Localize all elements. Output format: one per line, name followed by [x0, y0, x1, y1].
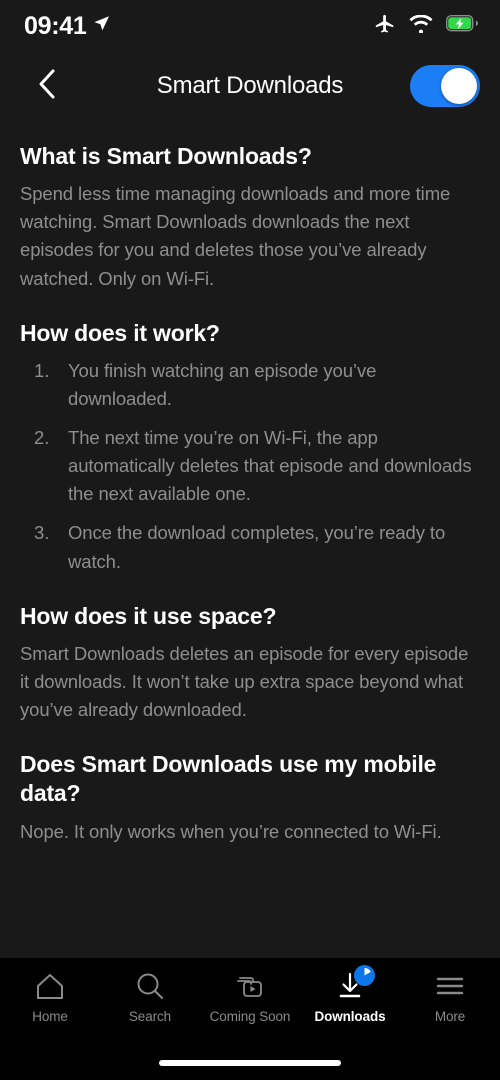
download-icon — [336, 965, 375, 1002]
app-screen: 09:41 Smart Downloads What is Smart Down… — [0, 0, 500, 1080]
status-time: 09:41 — [24, 11, 87, 40]
tab-search[interactable]: Search — [100, 970, 200, 1024]
battery-charging-icon — [445, 14, 478, 37]
home-indicator-area — [0, 1046, 500, 1080]
status-bar-right — [374, 13, 478, 40]
search-icon — [135, 970, 165, 1002]
list-item: 2. The next time you’re on Wi-Fi, the ap… — [20, 424, 480, 508]
tab-downloads[interactable]: Downloads — [300, 965, 400, 1024]
section-paragraph: Smart Downloads deletes an episode for e… — [20, 642, 469, 721]
tab-coming-soon[interactable]: Coming Soon — [200, 970, 300, 1024]
coming-soon-icon — [235, 970, 265, 1002]
nav-header: Smart Downloads — [0, 52, 500, 120]
status-bar-left: 09:41 — [24, 11, 110, 40]
home-indicator[interactable] — [159, 1060, 341, 1066]
content-area: What is Smart Downloads? Spend less time… — [0, 120, 500, 958]
chevron-left-icon — [38, 69, 56, 104]
list-item: 3. Once the download completes, you’re r… — [20, 519, 480, 575]
tab-label: Coming Soon — [209, 1009, 291, 1024]
section-paragraph: Spend less time managing downloads and m… — [20, 183, 451, 289]
status-bar: 09:41 — [0, 0, 500, 52]
step-number: 3. — [34, 522, 50, 544]
section-heading: Does Smart Downloads use my mobile data? — [20, 751, 437, 807]
tab-more[interactable]: More — [400, 970, 500, 1024]
section-heading: How does it work? — [20, 319, 220, 346]
back-button[interactable] — [22, 61, 72, 111]
tab-home[interactable]: Home — [0, 970, 100, 1024]
tab-label: Home — [32, 1009, 68, 1024]
step-text: You finish watching an episode you’ve do… — [68, 359, 377, 409]
tab-label: Search — [128, 1009, 172, 1024]
airplane-mode-icon — [374, 13, 396, 40]
location-arrow-icon — [93, 15, 110, 37]
step-text: The next time you’re on Wi-Fi, the app a… — [68, 427, 472, 505]
section-paragraph: Nope. It only works when you’re connecte… — [20, 820, 442, 842]
steps-list: 1. You finish watching an episode you’ve… — [20, 357, 480, 576]
section-what-is: What is Smart Downloads? Spend less time… — [20, 142, 480, 293]
hamburger-menu-icon — [435, 970, 465, 1002]
home-icon — [35, 970, 65, 1002]
wifi-icon — [409, 14, 433, 38]
section-heading: What is Smart Downloads? — [20, 143, 312, 169]
step-number: 2. — [34, 427, 50, 449]
tab-label: More — [434, 1009, 466, 1024]
bottom-tab-bar: Home Search Coming Soon Downloads More — [0, 958, 500, 1046]
step-text: Once the download completes, you’re read… — [68, 522, 446, 572]
section-space-usage: How does it use space? Smart Downloads d… — [20, 602, 480, 725]
download-progress-badge — [354, 965, 375, 986]
section-mobile-data: Does Smart Downloads use my mobile data?… — [20, 750, 480, 846]
list-item: 1. You finish watching an episode you’ve… — [20, 357, 480, 413]
toggle-knob — [441, 68, 477, 104]
tab-label: Downloads — [314, 1009, 386, 1024]
step-number: 1. — [34, 359, 50, 381]
section-heading: How does it use space? — [20, 602, 277, 629]
smart-downloads-toggle[interactable] — [410, 65, 480, 107]
section-how-it-works: How does it work? 1. You finish watching… — [20, 319, 480, 576]
